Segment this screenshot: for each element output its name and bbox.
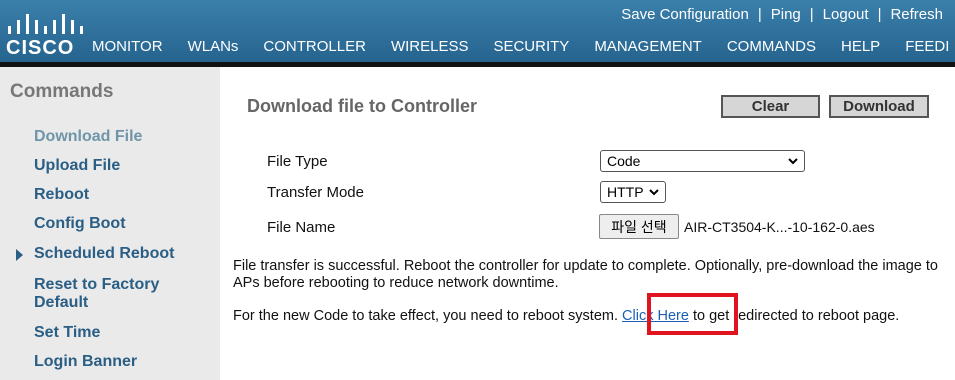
transfer-mode-select[interactable]: HTTP [600,181,666,203]
top-header: CISCO Save Configuration | Ping | Logout… [0,0,955,67]
main-nav: MONITOR WLANs CONTROLLER WIRELESS SECURI… [92,38,955,67]
tab-monitor[interactable]: MONITOR [92,38,163,62]
reboot-instruction-text: For the new Code to take effect, you nee… [233,308,619,324]
logout-link[interactable]: Logout [823,6,869,23]
choose-file-button[interactable]: 파일 선택 [599,214,679,239]
file-name-label: File Name [267,219,336,236]
selected-file-name: AIR-CT3504-K...-10-162-0.aes [684,219,875,235]
save-configuration-link[interactable]: Save Configuration [621,6,749,23]
sidebar-item-config-boot[interactable]: Config Boot [34,215,126,233]
tab-wlans[interactable]: WLANs [188,38,239,62]
expand-arrow-icon[interactable] [16,249,23,261]
page-title: Download file to Controller [247,96,477,116]
file-type-select[interactable]: Code [600,150,805,172]
tab-controller[interactable]: CONTROLLER [263,38,366,62]
ping-link[interactable]: Ping [771,6,801,23]
file-type-label: File Type [267,153,328,170]
download-button[interactable]: Download [829,95,929,118]
tab-commands[interactable]: COMMANDS [714,38,829,67]
clear-button[interactable]: Clear [721,95,820,118]
reboot-instruction-message: For the new Code to take effect, you nee… [233,308,943,325]
tab-wireless[interactable]: WIRELESS [391,38,469,62]
sidebar-item-scheduled-reboot[interactable]: Scheduled Reboot [34,245,174,263]
cisco-logo-text: CISCO [6,37,75,59]
sidebar-item-set-time[interactable]: Set Time [34,324,100,342]
tab-feedback[interactable]: FEEDI [905,38,949,62]
cisco-logo: CISCO [6,8,83,59]
cisco-logo-bars-icon [8,8,83,34]
transfer-mode-value: HTTP [607,184,644,200]
sidebar-title: Commands [10,81,114,102]
highlight-box [647,293,738,335]
tab-security[interactable]: SECURITY [493,38,569,62]
refresh-link[interactable]: Refresh [890,6,943,23]
tab-help[interactable]: HELP [841,38,880,62]
tab-management[interactable]: MANAGEMENT [594,38,702,62]
top-links: Save Configuration | Ping | Logout | Ref… [621,6,943,23]
sidebar-item-login-banner[interactable]: Login Banner [34,353,137,371]
chevron-down-icon [649,187,659,197]
sidebar-item-reboot[interactable]: Reboot [34,186,89,204]
transfer-success-message: File transfer is successful. Reboot the … [233,258,938,291]
sidebar-item-upload-file[interactable]: Upload File [34,157,120,175]
file-type-value: Code [607,153,641,169]
sidebar-item-reset-factory[interactable]: Reset to Factory Default [34,276,204,312]
chevron-down-icon [788,156,798,166]
transfer-mode-label: Transfer Mode [267,184,364,201]
sidebar-item-download-file[interactable]: Download File [34,128,142,146]
